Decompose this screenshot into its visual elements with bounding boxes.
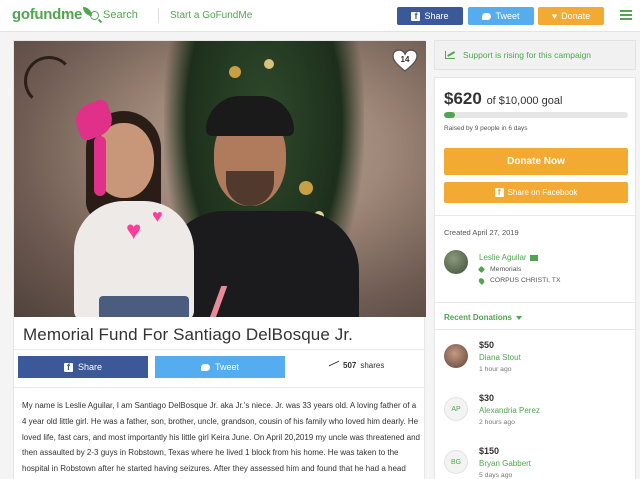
donation-time: 1 hour ago [479,366,512,373]
amount-raised: $620 of $10,000 goal [444,89,562,109]
tweet-button[interactable]: Tweet [155,356,285,378]
recent-donations-label: Recent Donations [444,313,513,322]
header-donate-button[interactable]: ♥ Donate [538,7,604,25]
chart-trend-icon [445,51,455,59]
rising-banner: Support is rising for this campaign [434,40,636,70]
shares-suffix: shares [360,361,385,370]
caret-down-icon [516,315,523,320]
amount-value: $620 [444,89,482,108]
header-divider [158,8,159,23]
heart-emoji-icon: ♥ [152,206,163,226]
header-tweet-label: Tweet [495,11,520,21]
facebook-icon: f [494,188,504,197]
wall-lamp [24,56,74,106]
donor-avatar [444,344,468,368]
tweet-label: Tweet [214,362,239,372]
tag-icon [477,265,486,274]
share-on-facebook-button[interactable]: f Share on Facebook [444,182,628,203]
rising-text: Support is rising for this campaign [463,50,592,60]
hair-ribbon [94,136,106,196]
header-tweet-button[interactable]: Tweet [468,7,534,25]
raised-by-text: Raised by 9 people in 6 days [444,125,528,132]
donation-amount: $150 [479,446,500,456]
location-pin-icon [477,276,486,285]
facebook-icon: f [411,11,421,21]
top-navbar: gofundme Search Start a GoFundMe f Share… [0,0,640,32]
search-link[interactable]: Search [90,9,138,21]
hearts-badge[interactable]: 14 [392,49,418,73]
progress-fill [444,112,456,118]
organizer-avatar[interactable] [444,250,468,274]
divider [14,387,426,388]
donation-item: $50 Diana Stout 1 hour ago [435,336,637,386]
donation-sidebar: $620 of $10,000 goal Raised by 9 people … [434,77,637,479]
recent-donations-toggle[interactable]: Recent Donations [444,313,523,322]
share-button[interactable]: f Share [18,356,148,378]
donor-name: Bryan Gabbert [479,459,532,468]
header-donate-label: Donate [561,11,591,21]
donor-avatar: AP [444,397,468,421]
donation-amount: $30 [479,393,495,403]
twitter-icon [482,12,492,20]
heart-icon: ♥ [551,11,558,21]
share-facebook-label: Share on Facebook [507,188,578,197]
category-label: Memorials [490,266,522,273]
ornament [264,59,274,69]
ornament [299,181,313,195]
donation-time: 2 hours ago [479,419,515,426]
organizer-name-link[interactable]: Leslie Aguilar [479,253,538,262]
hearts-count: 14 [400,55,410,64]
trending-icon [329,360,339,371]
campaign-card: ♥ ♥ 14 Memorial Fund For Santiago DelBos… [13,40,426,479]
donor-name: Alexandria Perez [479,406,540,415]
organizer-name: Leslie Aguilar [479,253,527,262]
campaign-story: My name is Leslie Aguilar, I am Santiago… [22,401,420,474]
shares-number: 507 [343,361,357,370]
girl-jeans [99,296,189,317]
campaign-photo[interactable]: ♥ ♥ 14 [14,41,426,317]
divider [14,349,426,350]
donation-item: AP $30 Alexandria Perez 2 hours ago [435,389,637,439]
search-icon [90,10,99,20]
organizer-category[interactable]: Memorials [477,265,522,274]
header-share-label: Share [424,11,449,21]
logo-text: gofundme [12,6,83,23]
start-gofundme-link[interactable]: Start a GoFundMe [170,10,252,21]
menu-icon[interactable] [620,10,632,20]
donation-item: BG $150 Bryan Gabbert 5 days ago [435,442,637,479]
facebook-icon: f [63,362,73,372]
shares-count: 507 shares [329,360,385,371]
donation-amount: $50 [479,340,495,350]
share-label: Share [77,362,103,372]
created-date: Created April 27, 2019 [444,228,519,237]
location-label: CORPUS CHRISTI, TX [490,277,561,284]
donate-now-button[interactable]: Donate Now [444,148,628,175]
mail-icon[interactable] [529,254,538,261]
organizer-location: CORPUS CHRISTI, TX [477,276,561,285]
heart-emoji-icon: ♥ [126,215,142,245]
divider [435,302,637,303]
header-share-button[interactable]: f Share [397,7,463,25]
divider [435,215,637,216]
ornament [229,66,241,78]
donor-name: Diana Stout [479,353,521,362]
campaign-title: Memorial Fund For Santiago DelBosque Jr. [23,325,353,344]
gofundme-logo[interactable]: gofundme [12,6,93,23]
progress-bar [444,112,628,118]
goal-text: of $10,000 goal [486,95,563,107]
divider [435,329,637,330]
donor-avatar: BG [444,450,468,474]
donation-time: 5 days ago [479,472,513,479]
twitter-icon [200,363,210,371]
search-label: Search [103,9,138,21]
